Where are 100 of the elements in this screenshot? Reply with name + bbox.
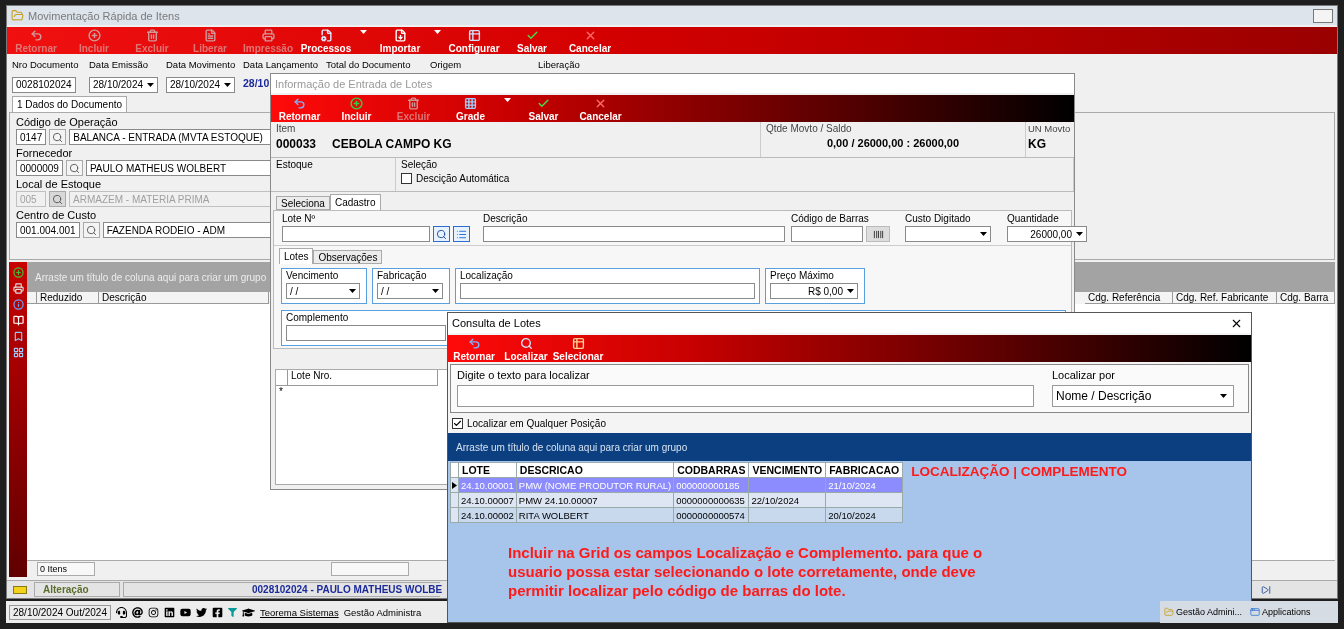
company-link[interactable]: Teorema Sistemas [260,606,339,618]
input-field[interactable] [460,283,755,299]
search-button[interactable] [433,226,450,242]
field-label: Local de Estoque [16,178,102,190]
date-dropdown[interactable]: 28/10/2024 [89,76,158,93]
code-field[interactable]: 0147 [16,129,47,145]
field-label: UN Movto [1028,123,1071,134]
table-cell: 24.10.00007 [458,492,517,508]
toolbar-button[interactable]: Cancelar [572,95,629,122]
search-field[interactable] [457,385,1034,407]
undo-arrow-icon [467,337,481,350]
book-icon[interactable] [12,315,24,326]
search-button[interactable] [65,160,83,176]
at-sign-icon[interactable] [132,606,143,618]
input-field[interactable] [282,226,430,242]
toolbar-button[interactable]: Localizar [500,335,552,362]
dropdown[interactable]: / / [377,283,443,299]
toolbar-button[interactable]: Importar [371,27,429,54]
headset-icon[interactable] [116,606,127,618]
list-button[interactable] [453,226,470,242]
input-field[interactable] [483,226,785,242]
tab[interactable]: Seleciona [276,196,330,210]
tab[interactable]: 1 Dados do Documento [12,96,128,112]
tab[interactable]: Observações [313,250,383,264]
code-field[interactable]: 001.004.001 [16,222,80,238]
dropdown[interactable] [905,226,991,242]
column-header[interactable]: FABRICACAO [825,462,903,478]
table-cell: 0000000000574 [673,507,749,523]
search-button[interactable] [82,222,100,238]
group-hint: Arraste um título de coluna aqui para criar um grupo [35,271,267,283]
window-button[interactable] [1313,8,1333,23]
toolbar-button[interactable]: Configurar [445,27,503,54]
field-label: Data Emissão [89,59,150,72]
table-icon [467,29,481,42]
barcode-button[interactable] [866,226,890,242]
search-icon [85,224,97,236]
bookmark-icon[interactable] [12,331,24,342]
input-field[interactable]: 0028102024 [12,76,76,93]
field-label: Digite o texto para localizar [457,369,591,381]
field-label: Quantidade [1007,213,1060,224]
barcode-icon [872,228,884,240]
search-icon [52,131,64,143]
dropdown[interactable]: R$ 0,00 [770,283,858,299]
group-label: Localização [460,270,514,281]
column-header[interactable]: DESCRICAO [516,462,674,478]
dropdown[interactable]: / / [286,283,360,299]
group-hint: Arraste um título de coluna aqui para criar um grupo [456,441,688,453]
twitter-icon[interactable] [196,606,207,618]
skip-end-icon[interactable] [1261,584,1271,595]
date-dropdown[interactable]: 28/10/2024 [166,76,235,93]
document-icon [203,29,217,42]
instagram-icon[interactable] [148,606,159,618]
window-title: Consulta de Lotes [452,317,541,329]
column-header[interactable]: Lote Nro. [288,370,438,386]
tab[interactable]: Lotes [279,248,314,264]
field-label: Lote Nº [282,213,317,224]
info-icon[interactable] [12,299,24,310]
search-button[interactable] [49,129,67,145]
column-header[interactable]: CODBARRAS [673,462,749,478]
checkbox[interactable] [401,173,412,184]
column-header[interactable]: VENCIMENTO [748,462,826,478]
search-button[interactable] [49,191,66,207]
toolbar-button[interactable]: Retornar [271,95,328,122]
youtube-icon[interactable] [180,606,191,618]
toolbar-button[interactable]: Cancelar [561,27,619,54]
check-icon [525,29,539,42]
toolbar-button[interactable]: Salvar [515,95,572,122]
toolbar-button[interactable]: Selecionar [552,335,604,362]
search-icon [68,162,80,174]
linkedin-icon[interactable] [164,606,175,618]
input-field[interactable] [286,325,446,341]
caret-icon [1076,232,1083,236]
plus-circle-icon[interactable] [12,267,24,278]
toolbar-button[interactable]: Grade [442,95,499,122]
annotation-text: Incluir na Grid os campos Localização e Complemento. para que o usuario possa estar selecionando o lote corretamente, onde deve permitir localizar pelo código de barras do lote. [508,543,984,600]
facebook-icon[interactable] [212,606,223,618]
grid-icon[interactable] [12,347,24,358]
table-cell: 24.10.00001 [458,477,517,493]
printer-icon[interactable] [12,283,24,294]
table-cell: 22/10/2024 [748,492,826,508]
unit-value: KG [1028,137,1046,151]
input-field[interactable] [791,226,863,242]
field-label: Data Movimento [166,59,237,72]
field-label: Data Lançamento [243,59,319,72]
checkbox[interactable] [452,417,463,429]
dropdown[interactable]: Nome / Descrição [1052,385,1234,407]
code-field[interactable]: 0000009 [16,160,63,176]
table-cell: 0000000000635 [673,492,749,508]
toolbar-button[interactable]: Retornar [448,335,500,362]
field-label: Centro de Custo [16,209,98,221]
dropdown[interactable]: 26000,00 [1007,226,1087,242]
tray-item[interactable]: Applications [1250,607,1311,617]
tab[interactable]: Cadastro [329,194,381,210]
table-cell: PMW 24.10.00007 [516,492,674,508]
tray-item[interactable]: Gestão Admini... [1164,607,1243,617]
toolbar-button[interactable]: Incluir [328,95,385,122]
filter-icon[interactable] [228,607,237,617]
column-header[interactable]: LOTE [458,462,517,478]
toolbar-button[interactable]: Processos [297,27,355,54]
toolbar-button[interactable]: Salvar [503,27,561,54]
